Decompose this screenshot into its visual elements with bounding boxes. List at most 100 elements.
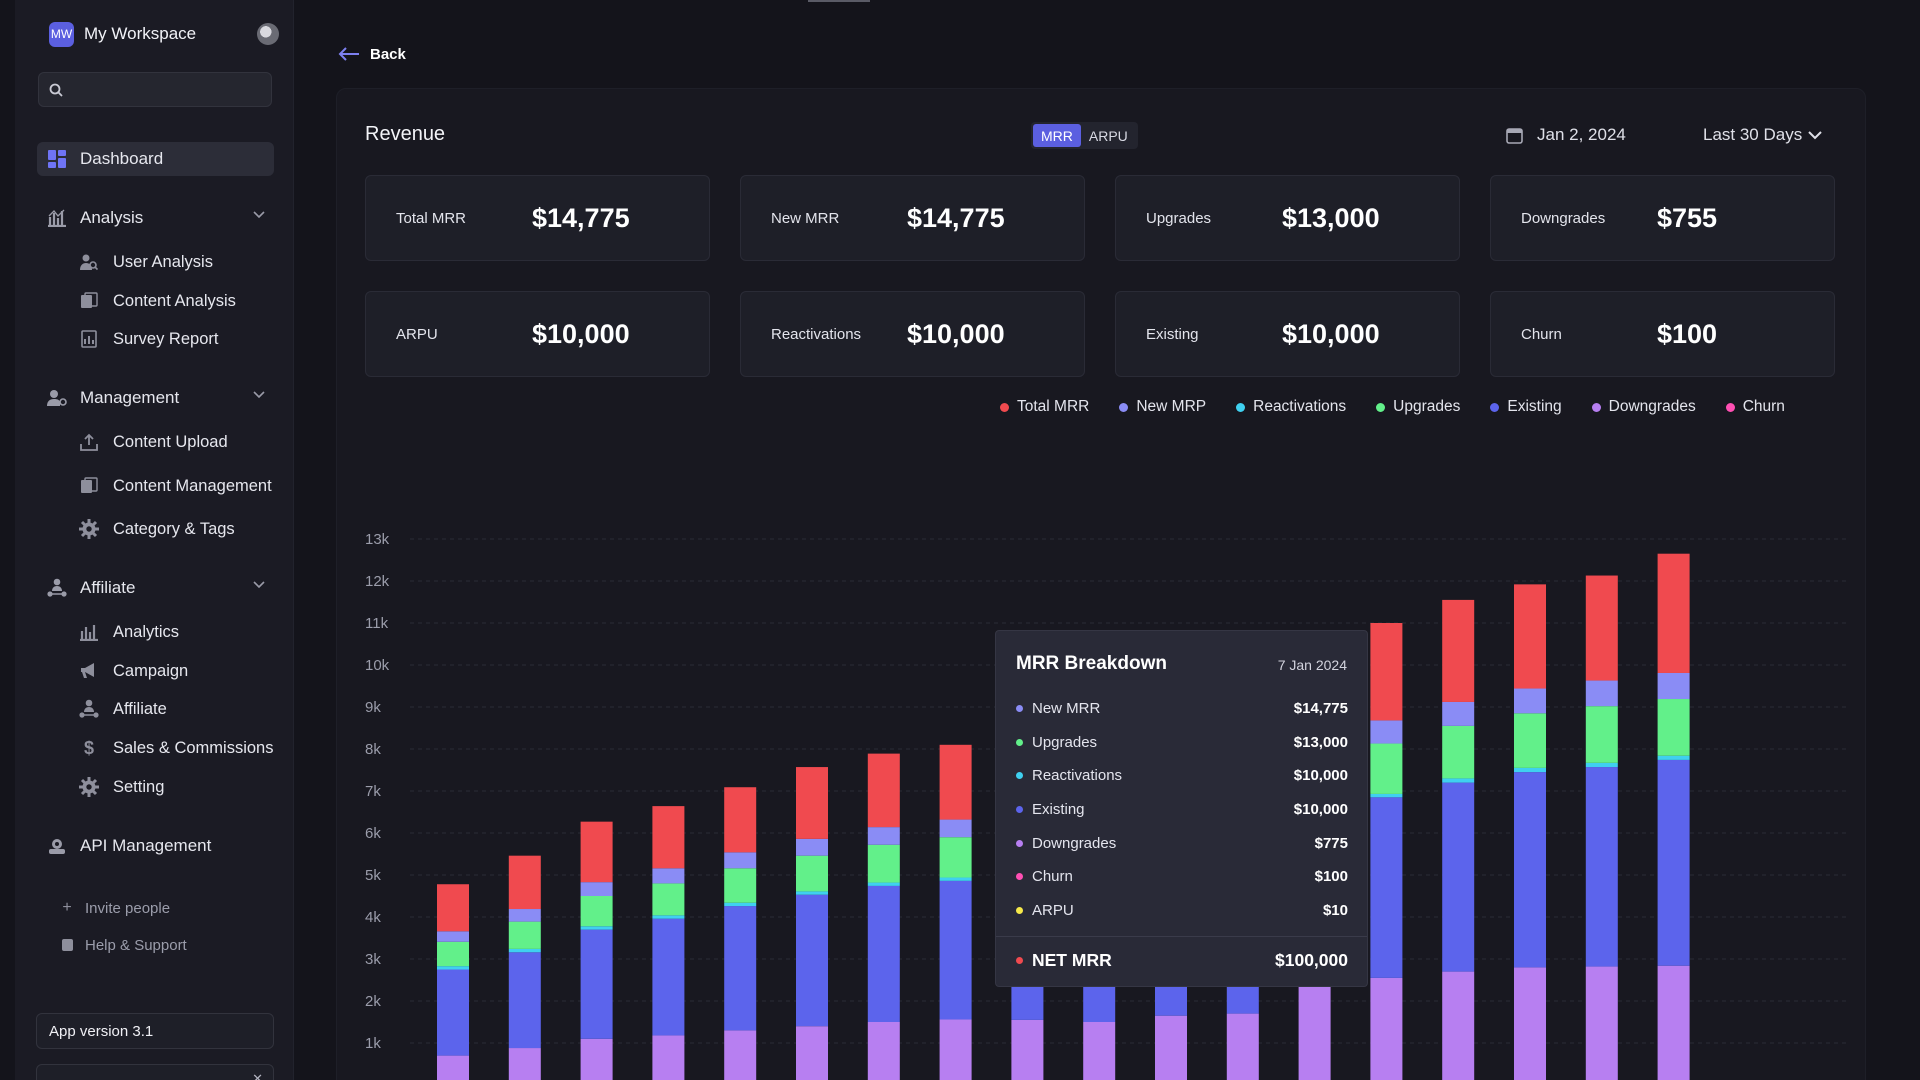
bar-segment-downgrades[interactable] bbox=[1442, 971, 1475, 1080]
bar-segment-total-mrr[interactable] bbox=[652, 806, 685, 869]
chevron-down-icon[interactable] bbox=[253, 211, 265, 219]
help-support-link[interactable]: Help & Support bbox=[45, 933, 187, 957]
bar-segment-reactivations[interactable] bbox=[796, 891, 828, 895]
bar-segment-new-mrp[interactable] bbox=[1514, 688, 1546, 714]
bar-segment-upgrades[interactable] bbox=[437, 941, 469, 967]
bar-segment-upgrades[interactable] bbox=[1442, 725, 1475, 779]
bar-segment-reactivations[interactable] bbox=[1657, 755, 1690, 760]
chevron-down-icon[interactable] bbox=[253, 391, 265, 399]
bar-segment-new-mrp[interactable] bbox=[796, 838, 828, 856]
bar-segment-existing[interactable] bbox=[1514, 772, 1546, 968]
sidebar-item-category-tags[interactable]: Category & Tags bbox=[63, 514, 293, 544]
search-input[interactable] bbox=[71, 73, 267, 106]
bar-segment-total-mrr[interactable] bbox=[939, 744, 972, 820]
bar-segment-downgrades[interactable] bbox=[508, 1048, 541, 1080]
sidebar-item-survey-report[interactable]: Survey Report bbox=[63, 324, 293, 354]
bar-segment-downgrades[interactable] bbox=[939, 1019, 972, 1080]
bar-segment-total-mrr[interactable] bbox=[1514, 584, 1546, 689]
close-icon[interactable]: ✕ bbox=[252, 1071, 263, 1080]
bar-segment-downgrades[interactable] bbox=[867, 1022, 900, 1080]
bar-segment-downgrades[interactable] bbox=[1514, 967, 1546, 1080]
legend-item[interactable]: Reactivations bbox=[1236, 398, 1346, 416]
bar-segment-existing[interactable] bbox=[652, 918, 685, 1036]
bar-segment-new-mrp[interactable] bbox=[1442, 701, 1475, 726]
legend-item[interactable]: Existing bbox=[1490, 398, 1562, 416]
bar-segment-reactivations[interactable] bbox=[724, 902, 757, 907]
bar-segment-downgrades[interactable] bbox=[1155, 1015, 1187, 1080]
bar-segment-total-mrr[interactable] bbox=[1657, 553, 1690, 673]
sidebar-item-affiliate-sub[interactable]: Affiliate bbox=[63, 694, 293, 724]
bar-segment-downgrades[interactable] bbox=[724, 1030, 757, 1080]
bar-segment-downgrades[interactable] bbox=[1226, 1013, 1259, 1080]
legend-item[interactable]: Total MRR bbox=[1000, 398, 1089, 416]
bar-segment-upgrades[interactable] bbox=[724, 868, 757, 903]
bar-segment-upgrades[interactable] bbox=[939, 837, 972, 878]
bar-segment-existing[interactable] bbox=[939, 880, 972, 1020]
bar-segment-upgrades[interactable] bbox=[1514, 713, 1546, 768]
bar-segment-downgrades[interactable] bbox=[1585, 966, 1618, 1080]
bar-segment-existing[interactable] bbox=[580, 929, 613, 1039]
bar-segment-upgrades[interactable] bbox=[580, 896, 613, 927]
bar-segment-downgrades[interactable] bbox=[1011, 1019, 1044, 1080]
sidebar-item-setting[interactable]: Setting bbox=[63, 772, 293, 802]
sidebar-item-affiliate[interactable]: Affiliate bbox=[37, 571, 283, 605]
back-button[interactable]: Back bbox=[338, 42, 406, 66]
bar-segment-reactivations[interactable] bbox=[1585, 762, 1618, 768]
legend-item[interactable]: Downgrades bbox=[1591, 398, 1696, 416]
bar-segment-downgrades[interactable] bbox=[652, 1035, 685, 1080]
bar-segment-total-mrr[interactable] bbox=[437, 884, 469, 932]
sidebar-item-analysis[interactable]: Analysis bbox=[37, 201, 283, 235]
chevron-down-icon[interactable] bbox=[253, 581, 265, 589]
bar-segment-total-mrr[interactable] bbox=[1370, 623, 1403, 721]
legend-item[interactable]: Upgrades bbox=[1376, 398, 1460, 416]
workspace-switcher[interactable]: MW My Workspace bbox=[49, 21, 279, 47]
bar-segment-reactivations[interactable] bbox=[1442, 778, 1475, 783]
legend-item[interactable]: New MRP bbox=[1119, 398, 1206, 416]
bar-segment-upgrades[interactable] bbox=[867, 844, 900, 883]
bar-segment-downgrades[interactable] bbox=[580, 1038, 613, 1080]
sidebar-item-content-management[interactable]: Content Management bbox=[63, 471, 293, 501]
sidebar-item-api-management[interactable]: API Management bbox=[37, 829, 283, 863]
toggle-arpu[interactable]: ARPU bbox=[1081, 124, 1136, 147]
bar-segment-new-mrp[interactable] bbox=[437, 931, 469, 942]
bar-segment-total-mrr[interactable] bbox=[1585, 575, 1618, 681]
bar-segment-new-mrp[interactable] bbox=[652, 868, 685, 884]
bar-segment-new-mrp[interactable] bbox=[1585, 680, 1618, 707]
bar-segment-total-mrr[interactable] bbox=[1442, 599, 1475, 702]
bar-segment-existing[interactable] bbox=[724, 906, 757, 1031]
bar-segment-new-mrp[interactable] bbox=[939, 819, 972, 838]
bar-segment-new-mrp[interactable] bbox=[1370, 720, 1403, 744]
bar-segment-reactivations[interactable] bbox=[1514, 767, 1546, 773]
user-avatar[interactable] bbox=[257, 23, 279, 45]
bar-segment-existing[interactable] bbox=[1657, 759, 1690, 966]
sidebar-item-management[interactable]: Management bbox=[37, 381, 283, 415]
bar-segment-downgrades[interactable] bbox=[1657, 965, 1690, 1080]
bar-segment-reactivations[interactable] bbox=[1370, 793, 1403, 798]
bar-segment-existing[interactable] bbox=[508, 952, 541, 1049]
date-picker[interactable]: Jan 2, 2024 bbox=[1506, 123, 1626, 147]
sidebar-item-campaign[interactable]: Campaign bbox=[63, 656, 293, 686]
bar-segment-total-mrr[interactable] bbox=[796, 767, 828, 839]
bar-segment-reactivations[interactable] bbox=[508, 948, 541, 953]
bar-segment-downgrades[interactable] bbox=[796, 1026, 828, 1080]
sidebar-item-content-upload[interactable]: Content Upload bbox=[63, 427, 293, 457]
bar-segment-new-mrp[interactable] bbox=[508, 909, 541, 922]
bar-segment-total-mrr[interactable] bbox=[867, 753, 900, 828]
sidebar-item-content-analysis[interactable]: Content Analysis bbox=[63, 286, 293, 316]
bar-segment-reactivations[interactable] bbox=[939, 877, 972, 881]
bar-segment-downgrades[interactable] bbox=[1298, 982, 1331, 1080]
bar-segment-existing[interactable] bbox=[1370, 797, 1403, 978]
bar-segment-total-mrr[interactable] bbox=[724, 787, 757, 853]
sidebar-item-analytics[interactable]: Analytics bbox=[63, 617, 293, 647]
bar-segment-existing[interactable] bbox=[437, 969, 469, 1056]
bar-segment-total-mrr[interactable] bbox=[580, 821, 613, 883]
sidebar-item-dashboard[interactable]: Dashboard bbox=[37, 142, 274, 176]
bar-segment-upgrades[interactable] bbox=[796, 855, 828, 892]
bar-segment-reactivations[interactable] bbox=[867, 882, 900, 886]
bar-segment-upgrades[interactable] bbox=[652, 883, 685, 916]
bar-segment-upgrades[interactable] bbox=[1370, 743, 1403, 794]
bar-segment-new-mrp[interactable] bbox=[580, 882, 613, 896]
invite-people-link[interactable]: + Invite people bbox=[45, 896, 170, 920]
bar-segment-reactivations[interactable] bbox=[437, 966, 469, 970]
toggle-mrr[interactable]: MRR bbox=[1033, 124, 1081, 147]
